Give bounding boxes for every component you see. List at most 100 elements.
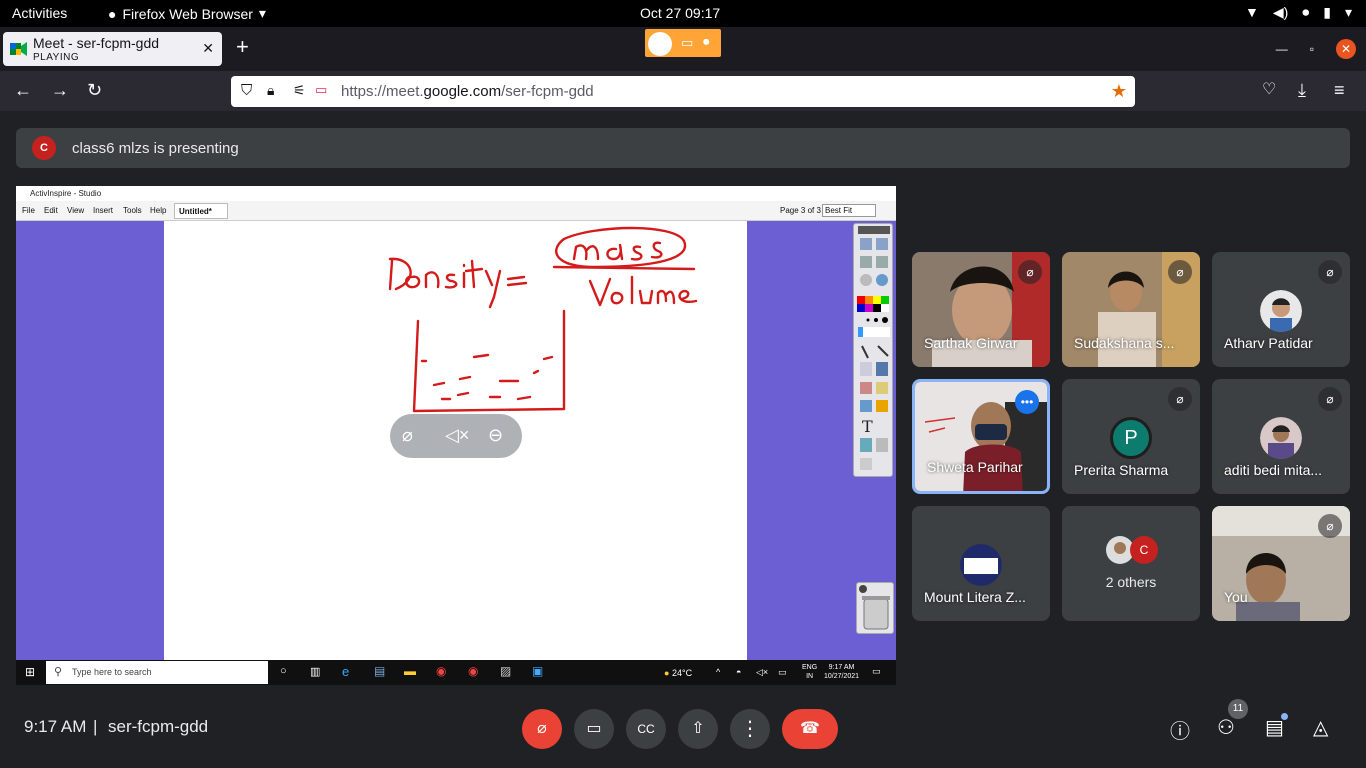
participant-tile[interactable]: P ⌀ Prerita Sharma bbox=[1062, 379, 1200, 494]
mic-off-icon[interactable]: ⌀ bbox=[522, 709, 562, 749]
menu-file: File bbox=[22, 206, 35, 215]
battery-icon: ▮ bbox=[1323, 4, 1331, 20]
mic-off-icon: ⌀ bbox=[1018, 260, 1042, 284]
volume-off-icon[interactable]: ◁× bbox=[445, 425, 469, 446]
participant-tile-active[interactable]: ••• Shweta Parihar bbox=[912, 379, 1050, 494]
sharing-indicator[interactable]: ▭ ⏺ bbox=[645, 29, 721, 57]
system-clock[interactable]: Oct 27 09:17 bbox=[640, 5, 720, 21]
firefox-icon bbox=[648, 32, 672, 56]
participant-name: Shweta Parihar bbox=[927, 459, 1023, 475]
photos-icon: ▣ bbox=[532, 664, 544, 678]
participant-name: You bbox=[1224, 589, 1248, 605]
volume-icon: ◀) bbox=[1272, 4, 1289, 20]
folder-icon: ▬ bbox=[404, 664, 416, 678]
permissions-icon[interactable]: ⚟ bbox=[293, 82, 306, 99]
mic-off-icon[interactable]: ⌀ bbox=[402, 425, 413, 446]
activinspire-title-bar: ActivInspire - Studio – ▫ ✕ bbox=[16, 186, 896, 201]
microphone-icon: ⏺ bbox=[1302, 4, 1310, 20]
lock-icon[interactable]: 🔒︎ bbox=[267, 82, 274, 99]
chevron-down-icon: ▾ bbox=[258, 5, 266, 21]
participant-avatar: P bbox=[1110, 417, 1152, 459]
tab-playing-status: PLAYING bbox=[33, 52, 80, 63]
svg-text:T: T bbox=[862, 417, 873, 436]
page-info: Page 3 of 3 bbox=[780, 206, 821, 215]
reload-button[interactable]: ↻ bbox=[87, 81, 102, 99]
presenting-text: class6 mlzs is presenting bbox=[72, 140, 239, 157]
windows-clock: 9:17 AM 10/27/2021 bbox=[824, 663, 859, 681]
forward-button[interactable]: → bbox=[51, 81, 69, 99]
sun-icon: ● bbox=[664, 668, 670, 678]
bookmark-star-icon[interactable]: ★ bbox=[1111, 81, 1127, 102]
tab-title: Meet - ser-fcpm-gdd bbox=[33, 35, 160, 51]
activities-icon[interactable]: ◬ bbox=[1313, 715, 1328, 740]
mic-off-icon: ⌀ bbox=[1318, 514, 1342, 538]
camera-button[interactable]: ▭ bbox=[574, 709, 614, 749]
mic-off-icon: ⌀ bbox=[1168, 260, 1192, 284]
end-call-button[interactable]: ☎ bbox=[782, 709, 838, 749]
url-text[interactable]: https://meet.google.com/ser-fcpm-gdd bbox=[341, 83, 594, 100]
activities-button[interactable]: Activities bbox=[12, 5, 67, 21]
url-bar[interactable]: ⛉ 🔒︎ ⚟ ▭ https://meet.google.com/ser-fcp… bbox=[231, 76, 1135, 107]
lang-eng: ENG bbox=[802, 664, 818, 671]
self-tile[interactable]: ⌀ You bbox=[1212, 506, 1350, 621]
remove-icon[interactable]: ⊖ bbox=[488, 425, 503, 446]
participant-tile[interactable]: ⌀ Sudakshana s... bbox=[1062, 252, 1200, 367]
windows-taskbar: ⊞ ⚲ Type here to search ○ ▥ e ▤ ▬ ◉ ◉ ▨ … bbox=[16, 660, 896, 685]
new-tab-button[interactable]: + bbox=[236, 36, 249, 58]
language-indicator: ENG IN bbox=[802, 663, 817, 681]
pocket-icon[interactable]: ♡ bbox=[1262, 81, 1276, 99]
close-icon[interactable]: ✕ bbox=[202, 40, 214, 57]
menu-tools: Tools bbox=[123, 206, 142, 215]
back-button[interactable]: ← bbox=[14, 81, 32, 99]
app-menu[interactable]: ● Firefox Web Browser ▾ bbox=[108, 5, 266, 22]
school-logo-icon bbox=[960, 544, 1002, 586]
chevron-down-icon: ▾ bbox=[1344, 4, 1352, 20]
menu-view: View bbox=[67, 206, 85, 215]
trash-icon bbox=[856, 582, 894, 634]
mic-off-icon: ⌀ bbox=[1318, 260, 1342, 284]
presentation-hover-controls: ⌀ ◁× ⊖ bbox=[390, 414, 522, 458]
tab-meet[interactable]: Meet - ser-fcpm-gdd PLAYING ✕ bbox=[3, 32, 222, 66]
app-icon: ▤ bbox=[374, 664, 386, 678]
menu-edit: Edit bbox=[44, 206, 58, 215]
keyboard-icon: ▭ bbox=[778, 667, 787, 677]
divider: | bbox=[93, 717, 98, 736]
menu-icon[interactable]: ≡ bbox=[1334, 81, 1345, 99]
meet-control-bar: 9:17 AM | ser-fcpm-gdd ⌀ ▭ CC ⇧ ⋮ ☎ ⓘ ⚇ … bbox=[0, 691, 1366, 768]
toolbox-tools: T bbox=[857, 226, 890, 470]
camera-sharing-icon[interactable]: ▭ bbox=[315, 82, 327, 98]
more-options-icon[interactable]: ••• bbox=[1015, 390, 1039, 414]
captions-button[interactable]: CC bbox=[626, 709, 666, 749]
wifi-icon: ▼ bbox=[1244, 4, 1259, 20]
maximize-button[interactable]: ▫ bbox=[1310, 42, 1314, 56]
participant-avatar: C bbox=[1130, 536, 1158, 564]
url-domain: google.com bbox=[423, 83, 502, 100]
chrome-icon: ◉ bbox=[436, 664, 447, 678]
participant-tile[interactable]: ⌀ Sarthak Girwar bbox=[912, 252, 1050, 367]
url-prefix: https://meet. bbox=[341, 83, 424, 100]
meet-main: C class6 mlzs is presenting ActivInspire… bbox=[0, 111, 1366, 768]
more-options-button[interactable]: ⋮ bbox=[730, 709, 770, 749]
participant-tile[interactable]: Mount Litera Z... bbox=[912, 506, 1050, 621]
activinspire-title: ActivInspire - Studio bbox=[30, 189, 102, 198]
close-window-button[interactable]: ✕ bbox=[1336, 39, 1356, 59]
info-icon[interactable]: ⓘ bbox=[1170, 715, 1190, 744]
participant-count-badge: 11 bbox=[1228, 699, 1248, 719]
window-controls: — ▫ ✕ bbox=[1276, 39, 1356, 59]
shield-icon[interactable]: ⛉ bbox=[241, 82, 252, 99]
minimize-button[interactable]: — bbox=[1276, 42, 1288, 56]
participant-tile[interactable]: ⌀ aditi bedi mita... bbox=[1212, 379, 1350, 494]
present-button[interactable]: ⇧ bbox=[678, 709, 718, 749]
system-tray[interactable]: ▼ ◀) ⏺ ▮ ▾ bbox=[1245, 4, 1352, 21]
task-view-icon: ▥ bbox=[310, 666, 321, 678]
others-tile[interactable]: C 2 others bbox=[1062, 506, 1200, 621]
participant-name: Atharv Patidar bbox=[1224, 335, 1313, 351]
participant-name: Sudakshana s... bbox=[1074, 335, 1175, 351]
app-menu-label: Firefox Web Browser bbox=[122, 5, 253, 22]
search-icon: ⚲ bbox=[54, 666, 63, 678]
downloads-icon[interactable]: ⤓ bbox=[1298, 81, 1306, 99]
people-icon[interactable]: ⚇ bbox=[1217, 715, 1235, 740]
meet-favicon-icon bbox=[10, 42, 27, 56]
cortana-icon: ○ bbox=[280, 665, 287, 677]
participant-tile[interactable]: ⌀ Atharv Patidar bbox=[1212, 252, 1350, 367]
